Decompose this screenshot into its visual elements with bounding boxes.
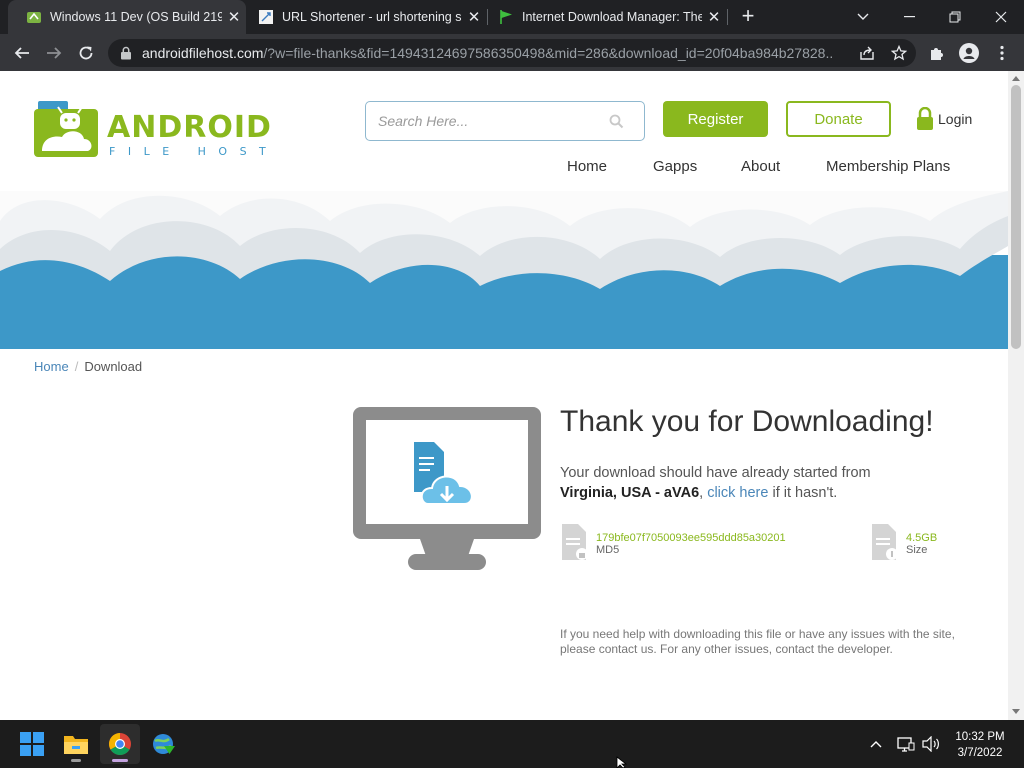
restore-window-icon[interactable] [932, 0, 978, 34]
bookmark-star-icon[interactable] [886, 40, 912, 66]
file-size-label: Size [906, 544, 928, 556]
nav-membership-plans[interactable]: Membership Plans [826, 158, 950, 175]
minimize-window-icon[interactable] [886, 0, 932, 34]
file-info-icon [872, 524, 898, 560]
download-started-message: Your download should have already starte… [560, 465, 871, 501]
monitor-download-illustration [353, 407, 541, 570]
cloud-banner [0, 191, 1008, 349]
breadcrumb-home[interactable]: Home [34, 359, 69, 374]
padlock-icon [917, 107, 933, 130]
android-file-host-logo[interactable]: ANDROID FILE HOST [32, 99, 294, 163]
active-app-indicator [112, 759, 128, 762]
help-text: If you need help with downloading this f… [560, 627, 955, 656]
breadcrumb-current: Download [84, 359, 143, 374]
windows-taskbar: 10:32 PM 3/7/2022 [0, 720, 1024, 768]
show-hidden-icons-chevron[interactable] [870, 720, 882, 768]
profile-avatar-icon[interactable] [956, 40, 982, 66]
folder-icon [64, 736, 88, 754]
forward-arrow-icon[interactable] [41, 40, 67, 66]
scroll-down-arrow-icon[interactable] [1012, 709, 1020, 714]
url-path: /?w=file-thanks&fid=14943124697586350498… [263, 45, 832, 61]
volume-icon[interactable] [922, 720, 940, 768]
back-arrow-icon[interactable] [9, 40, 35, 66]
close-window-icon[interactable] [978, 0, 1024, 34]
browser-menu-icon[interactable] [989, 40, 1015, 66]
web-page: ANDROID FILE HOST Register Donate Login … [0, 71, 1008, 720]
md5-label: MD5 [596, 544, 620, 556]
clock-time: 10:32 PM [955, 731, 1005, 743]
tab-search-chevron-icon[interactable] [840, 0, 886, 34]
site-search-box[interactable] [365, 101, 645, 141]
close-tab-icon[interactable]: ✕ [222, 8, 246, 26]
breadcrumb-separator: / [74, 359, 79, 374]
url-shortener-favicon [259, 10, 273, 24]
chrome-icon [109, 733, 131, 755]
page-scrollbar[interactable] [1008, 71, 1024, 720]
network-icon[interactable] [897, 720, 915, 768]
tab-separator [727, 9, 728, 25]
android-filehost-favicon [27, 12, 41, 23]
green-flag-favicon [500, 10, 512, 24]
mouse-cursor-icon [616, 756, 628, 768]
close-tab-icon[interactable]: ✕ [702, 8, 726, 26]
tab-title: URL Shortener - url shortening se [282, 10, 462, 24]
reload-icon[interactable] [73, 40, 99, 66]
message-prefix: Your download should have already starte… [560, 465, 871, 481]
idm-taskbar-button[interactable] [144, 724, 184, 764]
system-clock[interactable]: 10:32 PM 3/7/2022 [946, 729, 1014, 761]
tab-title: Internet Download Manager: The [522, 10, 702, 24]
nav-home[interactable]: Home [567, 158, 607, 175]
browser-toolbar: androidfilehost.com/?w=file-thanks&fid=1… [0, 34, 1024, 71]
running-indicator [71, 759, 81, 762]
extensions-puzzle-icon[interactable] [924, 40, 950, 66]
start-button[interactable] [12, 724, 52, 764]
donate-button[interactable]: Donate [786, 101, 891, 137]
nav-gapps[interactable]: Gapps [653, 158, 697, 175]
tab-title: Windows 11 Dev (OS Build 21996 [50, 10, 222, 24]
tab-url-shortener[interactable]: URL Shortener - url shortening se ✕ [248, 0, 486, 34]
windows-logo-icon [20, 732, 44, 756]
file-lock-icon [562, 524, 588, 560]
url-text: androidfilehost.com/?w=file-thanks&fid=1… [142, 45, 832, 61]
login-label: Login [938, 111, 973, 127]
thank-you-heading: Thank you for Downloading! [560, 405, 934, 438]
browser-tab-strip: Windows 11 Dev (OS Build 21996 ✕ URL Sho… [0, 0, 1024, 34]
search-icon[interactable] [609, 114, 624, 129]
idm-globe-icon [153, 734, 175, 754]
logo-wordmark: ANDROID [107, 110, 272, 145]
share-icon[interactable] [854, 40, 880, 66]
size-info: 4.5GB Size [870, 523, 937, 561]
scroll-up-arrow-icon[interactable] [1012, 76, 1020, 81]
chrome-taskbar-button[interactable] [100, 724, 140, 764]
url-host: androidfilehost.com [142, 45, 264, 61]
new-tab-button[interactable]: + [736, 5, 760, 29]
message-suffix: if it hasn't. [772, 485, 838, 501]
md5-value: 179bfe07f7050093ee595ddd85a30201 [596, 532, 786, 544]
file-explorer-taskbar-button[interactable] [56, 724, 96, 764]
close-tab-icon[interactable]: ✕ [462, 8, 486, 26]
lock-icon [121, 46, 131, 60]
search-input[interactable] [378, 111, 598, 131]
scrollbar-thumb[interactable] [1011, 85, 1021, 349]
login-link[interactable]: Login [916, 105, 972, 133]
register-button[interactable]: Register [663, 101, 768, 137]
mirror-location: Virginia, USA - aVA6 [560, 485, 700, 501]
tab-windows-11-dev[interactable]: Windows 11 Dev (OS Build 21996 ✕ [8, 0, 246, 34]
tab-internet-download-manager[interactable]: Internet Download Manager: The ✕ [488, 0, 726, 34]
clock-date: 3/7/2022 [957, 747, 1003, 759]
md5-info: 179bfe07f7050093ee595ddd85a30201 MD5 [560, 523, 786, 561]
nav-about[interactable]: About [741, 158, 780, 175]
address-bar[interactable]: androidfilehost.com/?w=file-thanks&fid=1… [108, 39, 916, 67]
file-size-value: 4.5GB [906, 532, 938, 544]
breadcrumb: Home / Download [34, 359, 142, 374]
click-here-link[interactable]: click here [707, 485, 768, 501]
logo-subtitle: FILE HOST [109, 145, 278, 158]
